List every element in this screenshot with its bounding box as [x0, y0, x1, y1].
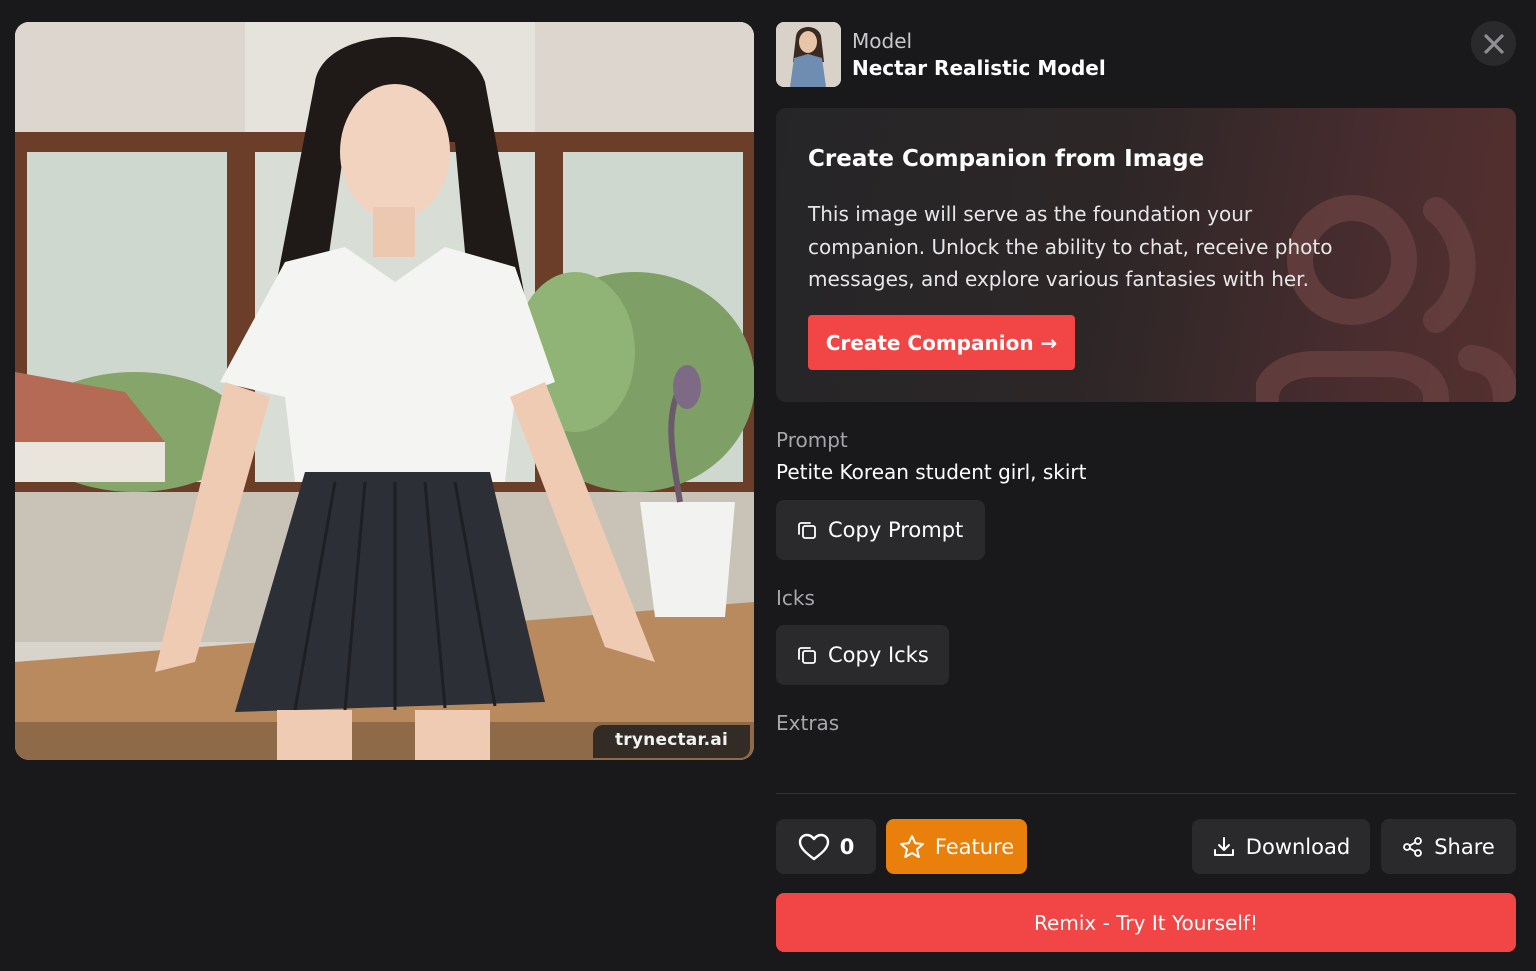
copy-icon: [798, 647, 816, 664]
companion-card-title: Create Companion from Image: [808, 146, 1205, 172]
divider: [776, 793, 1516, 794]
create-companion-card: Create Companion from Image This image w…: [776, 108, 1516, 402]
close-button[interactable]: [1471, 21, 1516, 66]
remix-button[interactable]: Remix - Try It Yourself!: [776, 893, 1516, 952]
heart-icon: [798, 833, 829, 860]
star-icon: [899, 834, 924, 858]
share-icon: [1403, 836, 1423, 857]
extras-label: Extras: [776, 711, 840, 735]
model-caption: Model: [852, 29, 913, 53]
generated-image[interactable]: trynectar.ai: [15, 22, 754, 760]
download-icon: [1213, 836, 1234, 856]
copy-icks-label: Copy Icks: [828, 643, 929, 667]
prompt-label: Prompt: [776, 428, 848, 452]
model-avatar-art: [776, 22, 841, 87]
companion-card-description: This image will serve as the foundation …: [808, 202, 1333, 291]
copy-prompt-button[interactable]: Copy Prompt: [776, 500, 985, 560]
like-button[interactable]: 0: [776, 819, 876, 874]
feature-button[interactable]: Feature: [886, 819, 1027, 874]
icks-label: Icks: [776, 586, 815, 610]
share-button[interactable]: Share: [1381, 819, 1516, 874]
copy-icon: [798, 522, 816, 539]
copy-icks-button[interactable]: Copy Icks: [776, 625, 949, 685]
model-avatar: [776, 22, 841, 87]
download-button[interactable]: Download: [1192, 819, 1370, 874]
feature-label: Feature: [934, 834, 1015, 859]
image-detail-modal: trynectar.ai Model Nectar Realistic Mode…: [0, 0, 1536, 971]
prompt-text: Petite Korean student girl, skirt: [776, 460, 1087, 484]
generated-image-art: [15, 22, 754, 760]
like-count: 0: [839, 834, 855, 859]
download-label: Download: [1245, 834, 1351, 859]
share-label: Share: [1434, 834, 1495, 859]
close-icon: [1483, 33, 1504, 54]
model-name[interactable]: Nectar Realistic Model: [852, 56, 1106, 80]
create-companion-button[interactable]: Create Companion →: [808, 315, 1075, 370]
copy-prompt-label: Copy Prompt: [828, 518, 964, 542]
watermark-label: trynectar.ai: [592, 725, 750, 758]
